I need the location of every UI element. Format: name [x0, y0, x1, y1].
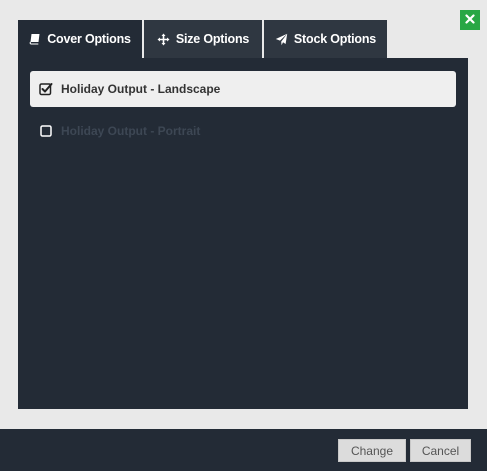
option-holiday-output-portrait[interactable]: Holiday Output - Portrait [30, 113, 456, 149]
move-icon [157, 33, 170, 46]
tab-label: Cover Options [47, 32, 131, 46]
option-label: Holiday Output - Landscape [61, 82, 221, 96]
tab-cover-options[interactable]: Cover Options [18, 20, 142, 58]
cover-options-panel: Holiday Output - Landscape Holiday Outpu… [18, 58, 468, 409]
book-icon [29, 33, 41, 45]
option-holiday-output-landscape[interactable]: Holiday Output - Landscape [30, 71, 456, 107]
tab-bar: Cover Options Size Options Stock Options [18, 20, 387, 58]
footer: Change Cancel [0, 429, 487, 471]
cancel-button[interactable]: Cancel [410, 439, 471, 462]
option-label: Holiday Output - Portrait [61, 124, 201, 138]
paper-plane-icon [275, 33, 288, 46]
close-icon [465, 11, 475, 29]
close-button[interactable] [460, 10, 480, 30]
checkbox-unchecked-icon[interactable] [39, 124, 53, 138]
tab-label: Stock Options [293, 32, 377, 46]
change-button[interactable]: Change [338, 439, 406, 462]
tab-size-options[interactable]: Size Options [144, 20, 262, 58]
tab-stock-options[interactable]: Stock Options [264, 20, 387, 58]
checkbox-checked-icon[interactable] [39, 82, 53, 96]
tab-label: Size Options [175, 32, 250, 46]
